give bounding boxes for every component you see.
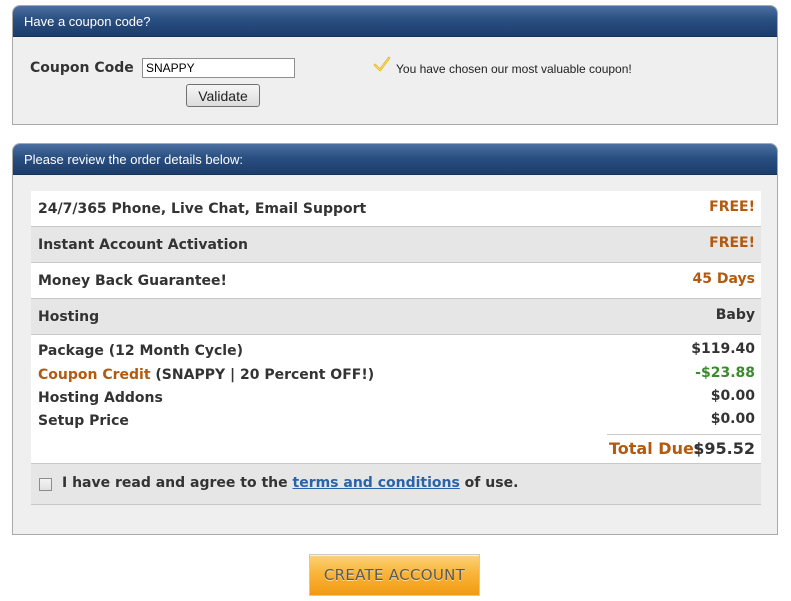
coupon-panel-header: Have a coupon code? — [13, 6, 777, 37]
terms-agreement-row: I have read and agree to the terms and c… — [31, 464, 761, 505]
terms-checkbox[interactable] — [39, 478, 52, 491]
order-row-label: Hosting — [38, 309, 100, 325]
price-summary: Package (12 Month Cycle) $119.40 Coupon … — [31, 335, 761, 464]
package-amount: $119.40 — [691, 341, 755, 357]
coupon-credit-line: Coupon Credit (SNAPPY | 20 Percent OFF!) — [38, 367, 374, 383]
total-due: Total Due: $95.52 — [607, 434, 761, 462]
order-row-support: 24/7/365 Phone, Live Chat, Email Support… — [31, 191, 761, 227]
order-details: 24/7/365 Phone, Live Chat, Email Support… — [31, 191, 761, 505]
order-row-value: 45 Days — [692, 271, 755, 287]
coupon-code-input[interactable] — [142, 58, 295, 78]
terms-suffix: of use. — [459, 475, 519, 491]
review-panel-header: Please review the order details below: — [13, 144, 777, 175]
order-row-label: Instant Account Activation — [38, 237, 249, 253]
order-row-label: 24/7/365 Phone, Live Chat, Email Support — [38, 201, 367, 217]
terms-link[interactable]: terms and conditions — [293, 475, 460, 491]
addons-amount: $0.00 — [710, 388, 755, 404]
terms-agreement-text: I have read and agree to the terms and c… — [62, 475, 518, 491]
order-row-activation: Instant Account Activation FREE! — [31, 227, 761, 263]
order-row-guarantee: Money Back Guarantee! 45 Days — [31, 263, 761, 299]
addons-label: Hosting Addons — [38, 390, 163, 406]
validate-button[interactable]: Validate — [186, 84, 260, 107]
order-review-panel: Please review the order details below: 2… — [12, 143, 778, 535]
order-row-value: FREE! — [709, 235, 755, 251]
total-due-amount: $95.52 — [693, 439, 755, 458]
order-row-value: Baby — [715, 307, 755, 323]
coupon-credit-label: Coupon Credit — [38, 367, 151, 383]
create-account-button[interactable]: CREATE ACCOUNT — [309, 554, 480, 596]
setup-amount: $0.00 — [710, 411, 755, 427]
total-due-label: Total Due: — [609, 439, 701, 458]
order-row-hosting: Hosting Baby — [31, 299, 761, 335]
check-icon — [373, 56, 391, 72]
coupon-code-label: Coupon Code — [30, 60, 134, 76]
coupon-credit-amount: -$23.88 — [695, 365, 755, 381]
setup-label: Setup Price — [38, 413, 129, 429]
terms-prefix: I have read and agree to the — [62, 475, 293, 491]
order-row-label: Money Back Guarantee! — [38, 273, 227, 289]
package-label: Package (12 Month Cycle) — [38, 343, 243, 359]
coupon-success-message: You have chosen our most valuable coupon… — [396, 62, 632, 76]
coupon-panel: Have a coupon code? Coupon Code Validate… — [12, 5, 778, 125]
order-row-value: FREE! — [709, 199, 755, 215]
coupon-credit-detail: (SNAPPY | 20 Percent OFF!) — [150, 367, 375, 383]
